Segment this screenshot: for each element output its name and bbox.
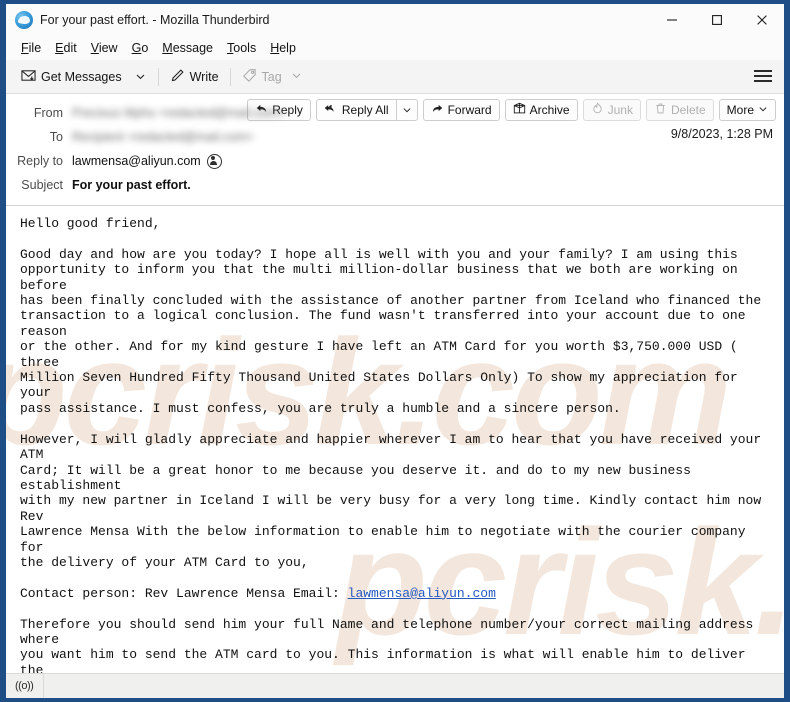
archive-label: Archive <box>529 103 570 117</box>
menu-item-edit[interactable]: Edit <box>48 39 84 57</box>
window-frame: For your past effort. - Mozilla Thunderb… <box>0 0 790 702</box>
email-link[interactable]: lawmensa@aliyun.com <box>348 586 496 601</box>
archive-button[interactable]: Archive <box>504 99 578 121</box>
get-messages-chevron-down-icon[interactable] <box>128 68 153 85</box>
message-date: 9/8/2023, 1:28 PM <box>670 127 773 141</box>
status-divider <box>43 674 45 698</box>
contact-circle-icon[interactable] <box>206 153 222 169</box>
more-chevron-down-icon <box>758 103 768 117</box>
maximize-icon[interactable] <box>694 4 739 35</box>
menu-item-view[interactable]: View <box>84 39 125 57</box>
reply-all-group: Reply All <box>315 99 418 121</box>
write-label: Write <box>189 69 219 84</box>
close-icon[interactable] <box>739 4 784 35</box>
tag-chevron-down-icon[interactable] <box>291 70 302 84</box>
to-value[interactable]: Recipient <redacted@mail.com> <box>72 130 254 144</box>
junk-button[interactable]: Junk <box>582 99 641 121</box>
connection-status-icon[interactable]: ((o)) <box>6 680 43 692</box>
body-part-1: Hello good friend, Good day and how are … <box>20 216 762 601</box>
get-messages-label: Get Messages <box>41 69 122 84</box>
tag-button[interactable]: Tag <box>236 65 308 89</box>
message-header: Reply Reply All Forward Archive Junk Del… <box>6 94 784 206</box>
main-toolbar: Get Messages Write Tag <box>6 60 784 94</box>
thunderbird-logo-icon <box>15 10 33 29</box>
menu-item-tools[interactable]: Tools <box>220 39 263 57</box>
message-action-buttons: Reply Reply All Forward Archive Junk Del… <box>247 99 776 121</box>
envelope-download-icon <box>21 68 36 86</box>
reply-all-button[interactable]: Reply All <box>315 99 396 121</box>
from-label: From <box>33 106 63 120</box>
from-value[interactable]: Precious Mpho <redacted@mail.com> <box>72 106 285 120</box>
write-button[interactable]: Write <box>164 65 225 89</box>
forward-button[interactable]: Forward <box>422 99 500 121</box>
reply-to-value-wrap[interactable]: lawmensa@aliyun.com <box>72 153 222 169</box>
minimize-icon[interactable] <box>649 4 694 35</box>
tag-icon <box>242 68 257 86</box>
more-label: More <box>726 103 754 117</box>
menu-label-file: ile <box>28 40 42 55</box>
trash-icon <box>654 102 667 118</box>
to-address-redacted: Recipient <redacted@mail.com> <box>72 130 254 144</box>
delete-button[interactable]: Delete <box>645 99 714 121</box>
menu-item-go[interactable]: Go <box>125 39 156 57</box>
reply-to-label: Reply to <box>17 154 63 168</box>
header-row-reply-to: Reply to lawmensa@aliyun.com <box>6 149 784 173</box>
body-part-2: Therefore you should send him your full … <box>20 616 754 673</box>
reply-all-chevron-down-icon[interactable] <box>395 99 418 121</box>
delete-label: Delete <box>670 103 706 117</box>
title-bar: For your past effort. - Mozilla Thunderb… <box>6 4 784 35</box>
menu-item-message[interactable]: Message <box>155 39 220 57</box>
thunderbird-window: For your past effort. - Mozilla Thunderb… <box>6 4 784 698</box>
reply-all-arrow-icon <box>324 102 338 118</box>
junk-label: Junk <box>607 103 633 117</box>
status-bar: ((o)) <box>6 673 784 698</box>
menu-item-help[interactable]: Help <box>263 39 303 57</box>
from-address-redacted: Precious Mpho <redacted@mail.com> <box>72 106 285 120</box>
header-row-to: To Recipient <redacted@mail.com> <box>6 125 784 149</box>
menu-item-file[interactable]: File <box>14 39 48 57</box>
subject-value: For your past effort. <box>72 178 191 192</box>
reply-to-address[interactable]: lawmensa@aliyun.com <box>72 154 201 168</box>
reply-all-label: Reply All <box>341 103 389 117</box>
archive-box-icon <box>513 102 526 118</box>
message-body: pcrisk.com pcrisk.com Hello good friend,… <box>6 206 784 673</box>
header-row-subject: Subject For your past effort. <box>6 173 784 197</box>
message-body-text: Hello good friend, Good day and how are … <box>20 216 774 673</box>
get-messages-button[interactable]: Get Messages <box>15 65 128 89</box>
pencil-icon <box>170 68 185 86</box>
more-button[interactable]: More <box>718 99 776 121</box>
toolbar-divider-2 <box>229 67 231 86</box>
flame-icon <box>591 102 604 118</box>
menu-bar: File Edit View Go Message Tools Help <box>6 35 784 60</box>
subject-label: Subject <box>21 178 63 192</box>
forward-label: Forward <box>447 103 492 117</box>
toolbar-divider <box>157 67 159 86</box>
hamburger-menu-icon[interactable] <box>754 67 772 85</box>
to-label: To <box>49 130 63 144</box>
forward-arrow-icon <box>431 102 444 118</box>
window-controls <box>649 4 784 35</box>
window-title: For your past effort. - Mozilla Thunderb… <box>40 12 270 27</box>
tag-label: Tag <box>261 69 282 84</box>
